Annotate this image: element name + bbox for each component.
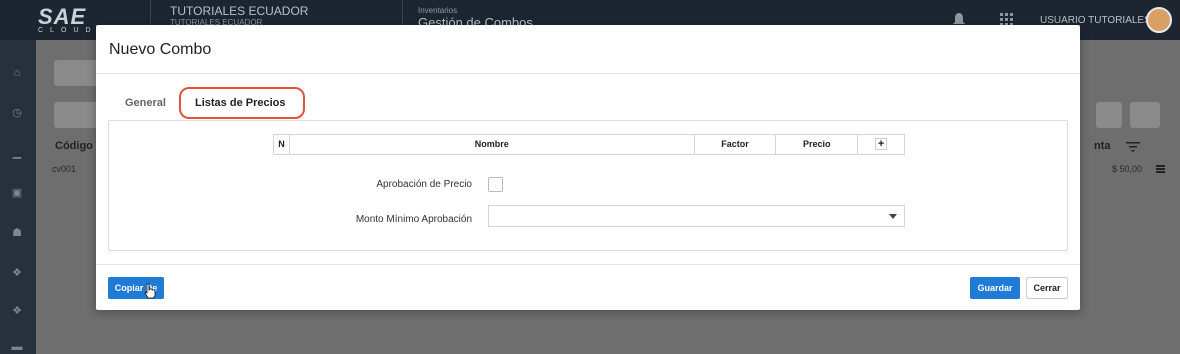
row-menu-icon xyxy=(1156,165,1165,173)
aprobacion-precio-checkbox[interactable] xyxy=(488,177,503,192)
dialog-header: Nuevo Combo xyxy=(96,25,1080,74)
background-search-button xyxy=(1096,102,1122,128)
background-eraser-button xyxy=(1130,102,1160,128)
column-header-precio: Precio xyxy=(776,135,859,154)
home-icon[interactable]: ⌂ xyxy=(10,66,24,80)
venta-column-header: nta xyxy=(1094,140,1111,152)
app-logo[interactable]: SAE CLOUD xyxy=(38,4,102,36)
side-nav: ⌂ ◷ ▁ ▣ ☗ ❖ ❖ ▬ xyxy=(0,40,36,354)
tab-label: Listas de Precios xyxy=(195,97,286,109)
module-section: Inventarios xyxy=(418,6,458,15)
add-row-button[interactable]: + xyxy=(858,135,904,154)
price-list-table-header: N Nombre Factor Precio + xyxy=(273,134,905,155)
monto-minimo-label: Monto Mínimo Aprobación xyxy=(355,214,472,225)
column-header-factor: Factor xyxy=(695,135,777,154)
column-header-nombre: Nombre xyxy=(290,135,695,154)
chevron-down-icon xyxy=(889,214,897,219)
org-name: TUTORIALES ECUADOR xyxy=(170,4,309,18)
column-header-n: N xyxy=(274,135,290,154)
chart-icon[interactable]: ▁ xyxy=(10,146,24,160)
clock-icon[interactable]: ◷ xyxy=(10,106,24,120)
monto-minimo-select[interactable] xyxy=(488,205,905,227)
avatar[interactable] xyxy=(1146,7,1172,33)
hand-cursor-icon xyxy=(144,283,156,299)
guardar-button[interactable]: Guardar xyxy=(970,277,1020,299)
tab-listas-de-precios[interactable]: Listas de Precios xyxy=(179,87,305,119)
organization-info: TUTORIALES ECUADOR TUTORIALES ECUADOR xyxy=(170,4,308,27)
cerrar-button[interactable]: Cerrar xyxy=(1026,277,1068,299)
dialog-title: Nuevo Combo xyxy=(109,41,212,58)
users-icon[interactable]: ☗ xyxy=(10,226,24,240)
nuevo-combo-dialog: Nuevo Combo General Listas de Precios N … xyxy=(96,25,1080,310)
footer-divider xyxy=(96,264,1080,265)
aprobacion-precio-label: Aprobación de Precio xyxy=(376,179,472,190)
row-value: $ 50,00 xyxy=(1112,164,1143,174)
contact-icon[interactable]: ▣ xyxy=(10,186,24,200)
codigo-column-header: Código xyxy=(55,140,93,152)
plus-icon: + xyxy=(875,138,888,150)
cubes-alt-icon[interactable]: ❖ xyxy=(10,304,24,318)
logo-sub: CLOUD xyxy=(38,27,98,34)
filter-icon xyxy=(1126,142,1140,152)
cubes-icon[interactable]: ❖ xyxy=(10,266,24,280)
table-row: cv001 xyxy=(52,164,77,174)
truck-icon[interactable]: ▬ xyxy=(10,340,24,354)
tab-general[interactable]: General xyxy=(125,97,166,109)
